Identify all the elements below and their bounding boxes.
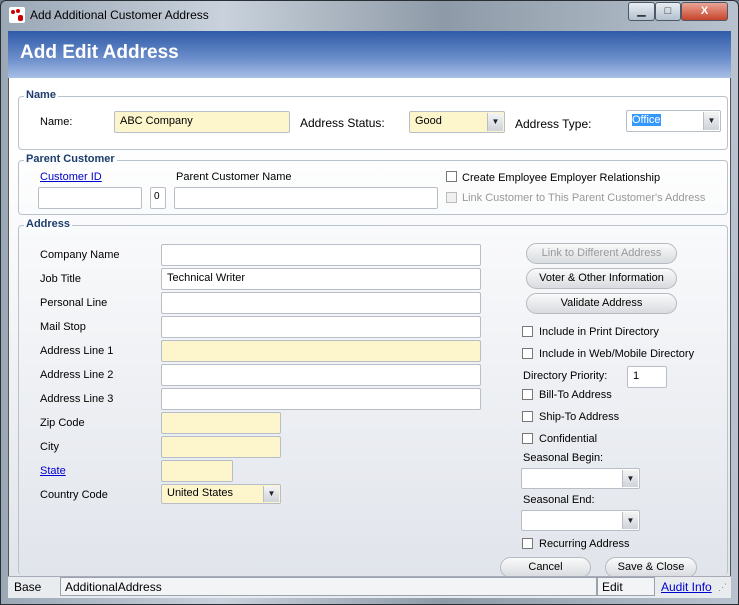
app-icon <box>9 7 25 23</box>
chevron-down-icon[interactable]: ▼ <box>487 113 503 131</box>
address-line-3-label: Address Line 3 <box>40 393 114 405</box>
address-status-value: Good <box>415 115 442 127</box>
address-line-1-label: Address Line 1 <box>40 345 114 357</box>
address-status-label: Address Status: <box>300 116 385 130</box>
state-link[interactable]: State <box>40 465 66 477</box>
header-banner: Add Edit Address <box>8 31 731 78</box>
page-title: Add Edit Address <box>20 42 179 63</box>
status-mode: Edit <box>597 577 655 596</box>
ship-to-label: Ship-To Address <box>539 411 620 423</box>
address-status-select[interactable]: Good ▼ <box>409 111 505 133</box>
address-type-select[interactable]: Office ▼ <box>626 110 721 132</box>
state-input[interactable] <box>161 460 233 482</box>
address-line-1-input[interactable] <box>161 340 481 362</box>
chevron-down-icon[interactable]: ▼ <box>622 470 638 487</box>
status-base: Base <box>14 580 42 594</box>
bill-to-label: Bill-To Address <box>539 389 612 401</box>
name-group-legend: Name <box>24 89 58 101</box>
customer-id-input[interactable] <box>38 187 142 209</box>
company-name-input[interactable] <box>161 244 481 266</box>
maximize-button[interactable]: □ <box>655 2 681 21</box>
country-code-label: Country Code <box>40 489 108 501</box>
print-directory-checkbox[interactable] <box>522 326 533 337</box>
save-close-button[interactable]: Save & Close <box>605 557 697 578</box>
link-different-address-button[interactable]: Link to Different Address <box>526 243 677 264</box>
seasonal-begin-select[interactable]: ▼ <box>521 468 640 489</box>
address-line-3-input[interactable] <box>161 388 481 410</box>
link-customer-checkbox[interactable] <box>446 192 457 203</box>
address-line-2-label: Address Line 2 <box>40 369 114 381</box>
company-name-label: Company Name <box>40 249 120 261</box>
parent-name-label: Parent Customer Name <box>176 171 292 183</box>
country-code-select[interactable]: United States ▼ <box>161 484 281 504</box>
chevron-down-icon[interactable]: ▼ <box>703 112 719 130</box>
status-object: AdditionalAddress <box>60 577 597 596</box>
seasonal-end-select[interactable]: ▼ <box>521 510 640 531</box>
address-type-label: Address Type: <box>515 117 592 131</box>
recurring-label: Recurring Address <box>539 538 630 550</box>
audit-info-link[interactable]: Audit Info <box>661 580 712 594</box>
mail-stop-input[interactable] <box>161 316 481 338</box>
seasonal-begin-label: Seasonal Begin: <box>523 452 604 464</box>
personal-line-label: Personal Line <box>40 297 108 309</box>
address-line-2-input[interactable] <box>161 364 481 386</box>
resize-grip-icon[interactable]: ⋰ <box>718 582 727 593</box>
bill-to-checkbox[interactable] <box>522 389 533 400</box>
name-input[interactable]: ABC Company <box>114 111 290 133</box>
window-title: Add Additional Customer Address <box>30 8 209 22</box>
customer-lookup-button[interactable]: 0 <box>150 187 166 209</box>
print-directory-label: Include in Print Directory <box>539 326 659 338</box>
address-type-value: Office <box>632 114 661 126</box>
country-code-value: United States <box>167 487 234 499</box>
link-customer-label: Link Customer to This Parent Customer's … <box>462 192 706 204</box>
parent-group-legend: Parent Customer <box>24 153 117 165</box>
chevron-down-icon[interactable]: ▼ <box>263 486 279 502</box>
ship-to-checkbox[interactable] <box>522 411 533 422</box>
cancel-button[interactable]: Cancel <box>500 557 591 578</box>
customer-id-link[interactable]: Customer ID <box>40 171 102 183</box>
directory-priority-label: Directory Priority: <box>523 370 608 382</box>
create-relationship-checkbox[interactable] <box>446 171 457 182</box>
confidential-label: Confidential <box>539 433 598 445</box>
voter-info-button[interactable]: Voter & Other Information <box>526 268 677 289</box>
validate-address-button[interactable]: Validate Address <box>526 293 677 314</box>
zip-code-label: Zip Code <box>40 417 85 429</box>
name-label: Name: <box>40 116 73 128</box>
mail-stop-label: Mail Stop <box>40 321 86 333</box>
job-title-label: Job Title <box>40 273 81 285</box>
close-button[interactable]: X <box>681 2 728 21</box>
recurring-checkbox[interactable] <box>522 538 533 549</box>
seasonal-end-label: Seasonal End: <box>523 494 595 506</box>
chevron-down-icon[interactable]: ▼ <box>622 512 638 529</box>
minimize-button[interactable]: ▁ <box>628 2 655 21</box>
create-relationship-label: Create Employee Employer Relationship <box>462 172 661 184</box>
address-group-legend: Address <box>24 218 73 230</box>
city-input[interactable] <box>161 436 281 458</box>
parent-name-input[interactable] <box>174 187 438 209</box>
web-directory-label: Include in Web/Mobile Directory <box>539 348 695 360</box>
personal-line-input[interactable] <box>161 292 481 314</box>
directory-priority-input[interactable]: 1 <box>627 366 667 388</box>
zip-code-input[interactable] <box>161 412 281 434</box>
confidential-checkbox[interactable] <box>522 433 533 444</box>
city-label: City <box>40 441 59 453</box>
web-directory-checkbox[interactable] <box>522 348 533 359</box>
job-title-input[interactable]: Technical Writer <box>161 268 481 290</box>
